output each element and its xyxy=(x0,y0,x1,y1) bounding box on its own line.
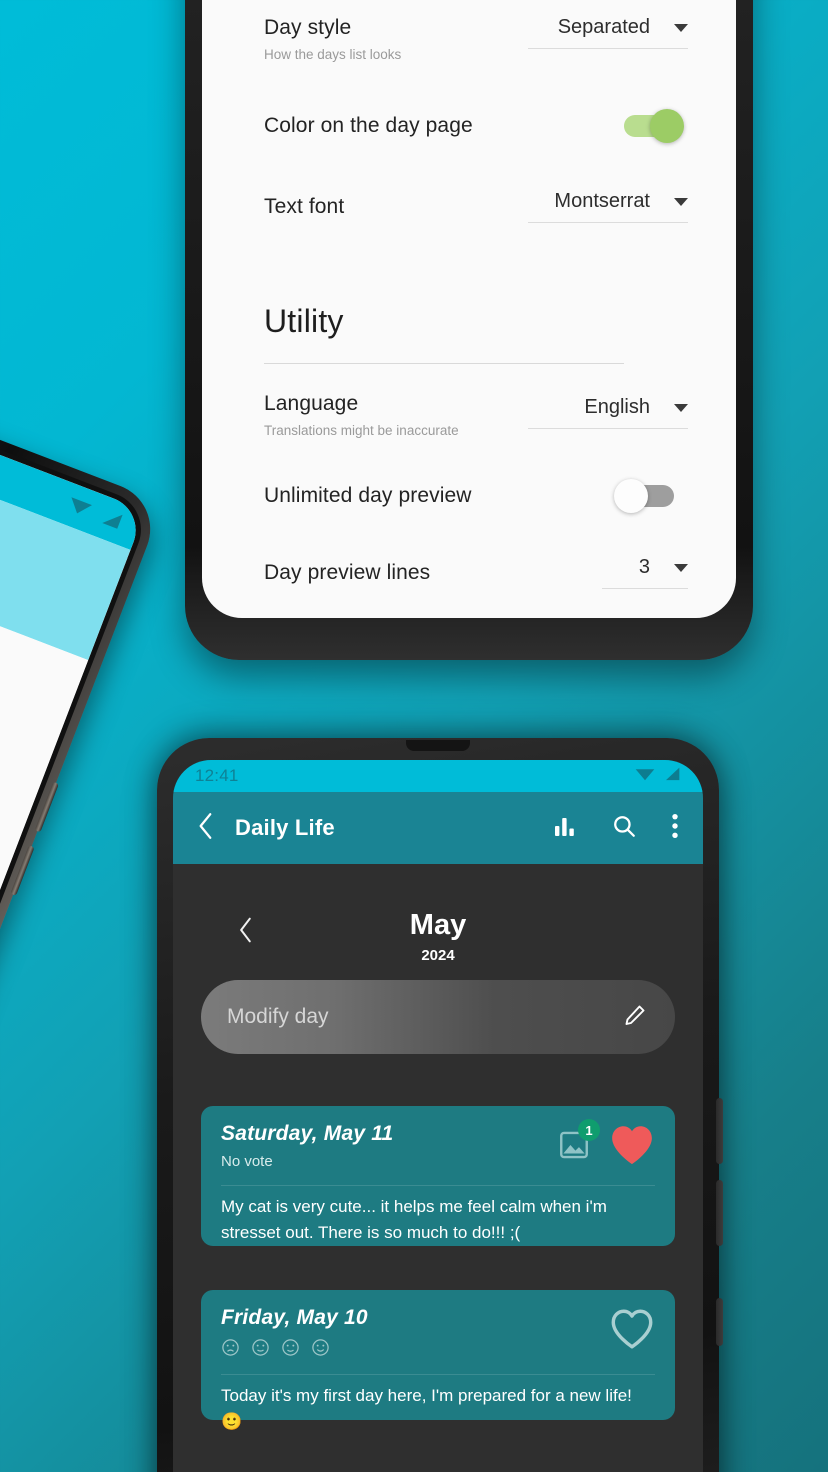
phone-bottom-power-button[interactable] xyxy=(716,1298,723,1346)
dropdown-value: Montserrat xyxy=(554,190,650,212)
prev-month-chevron-icon[interactable] xyxy=(237,916,255,949)
day-card-icons xyxy=(609,1306,655,1355)
phone-bottom-volume-up-button[interactable] xyxy=(716,1098,723,1164)
setting-row-color-on-day-page[interactable]: Color on the day page xyxy=(264,109,688,143)
month-header: May 2024 xyxy=(173,864,703,974)
day-card[interactable]: Friday, May 10 Today it's my first day h… xyxy=(201,1290,675,1431)
day-card-preview-wrap: Today it's my first day here, I'm prepar… xyxy=(221,1374,655,1434)
setting-row-day-preview-lines[interactable]: Day preview lines 3 xyxy=(264,556,688,589)
face-icon-happy[interactable] xyxy=(311,1338,330,1362)
section-utility: Utility xyxy=(264,303,688,364)
setting-label: Day preview lines xyxy=(264,560,431,584)
day-card-preview-wrap: My cat is very cute... it helps me feel … xyxy=(221,1185,655,1245)
day-card-header: Friday, May 10 xyxy=(221,1306,655,1362)
phone-bottom-volume-down-button[interactable] xyxy=(716,1180,723,1246)
face-icon-sad[interactable] xyxy=(221,1338,240,1362)
month-year: 2024 xyxy=(421,946,455,964)
dropdown-value: English xyxy=(584,396,650,418)
day-card-header: Saturday, May 11 No vote 1 xyxy=(221,1119,655,1171)
phone-notch xyxy=(406,740,470,751)
phone-left-bezel xyxy=(0,380,153,1332)
day-card[interactable]: Saturday, May 11 No vote 1 My cat is ver… xyxy=(201,1106,675,1246)
page-title: Daily Life xyxy=(235,815,335,840)
section-title: Utility xyxy=(264,303,344,339)
phone-bottom-daily-life: 12:41 Daily Life May 2024 Modify day Sat… xyxy=(157,738,723,1472)
day-card-date: Friday, May 10 xyxy=(221,1306,368,1329)
day-style-dropdown[interactable]: Separated xyxy=(528,16,688,49)
dropdown-value: Separated xyxy=(557,16,650,38)
unlimited-day-preview-toggle[interactable] xyxy=(614,479,674,513)
phone-left-content xyxy=(0,536,89,1325)
chevron-down-icon xyxy=(674,197,688,206)
wifi-icon xyxy=(63,491,96,524)
app-bar: Daily Life xyxy=(173,792,703,864)
dropdown-value: 3 xyxy=(638,556,650,578)
phone-left-frame xyxy=(0,369,164,1343)
overflow-menu-icon[interactable] xyxy=(671,813,679,844)
back-chevron-icon[interactable] xyxy=(195,811,217,846)
day-card-meta: Saturday, May 11 No vote xyxy=(221,1122,393,1170)
app-bar-actions xyxy=(553,813,679,844)
image-attachment-icon[interactable]: 1 xyxy=(557,1119,600,1167)
pencil-icon[interactable] xyxy=(623,1003,647,1032)
settings-pane: Day style How the days list looks Separa… xyxy=(202,0,736,618)
day-preview-lines-dropdown[interactable]: 3 xyxy=(602,556,688,589)
setting-label: Language xyxy=(264,392,359,415)
status-icons xyxy=(634,765,681,787)
modify-day-label: Modify day xyxy=(227,1005,329,1028)
section-divider xyxy=(264,363,624,364)
modify-day-bar[interactable]: Modify day xyxy=(201,980,675,1054)
search-icon[interactable] xyxy=(611,813,637,844)
day-card-meta: Friday, May 10 xyxy=(221,1306,368,1362)
signal-icon xyxy=(661,765,681,787)
toggle-knob xyxy=(650,109,684,143)
day-card-vote: No vote xyxy=(221,1153,273,1170)
chevron-down-icon xyxy=(674,563,688,572)
setting-label: Unlimited day preview xyxy=(264,484,472,507)
setting-label: Day style xyxy=(264,16,352,39)
phone-left-tilted xyxy=(0,369,164,1343)
setting-row-language[interactable]: Language Translations might be inaccurat… xyxy=(264,392,688,438)
phone-bottom-screen: 12:41 Daily Life May 2024 Modify day Sat… xyxy=(173,760,703,1472)
face-icon-neutral-1[interactable] xyxy=(251,1338,270,1362)
signal-icon xyxy=(94,504,125,536)
status-time: 12:41 xyxy=(195,766,239,785)
day-card-icons: 1 xyxy=(557,1119,655,1171)
phone-top-settings: Day style How the days list looks Separa… xyxy=(185,0,753,660)
image-count-badge: 1 xyxy=(578,1119,600,1141)
setting-row-day-style[interactable]: Day style How the days list looks Separa… xyxy=(264,16,688,62)
setting-sublabel: How the days list looks xyxy=(264,47,402,62)
color-on-day-page-toggle[interactable] xyxy=(624,109,684,143)
day-card-date: Saturday, May 11 xyxy=(221,1122,394,1145)
setting-label: Text font xyxy=(264,194,345,218)
day-card-preview: My cat is very cute... it helps me feel … xyxy=(221,1197,607,1242)
stats-bar-chart-icon[interactable] xyxy=(553,814,577,843)
phone-top-screen: Day style How the days list looks Separa… xyxy=(202,0,736,618)
chevron-down-icon xyxy=(674,23,688,32)
toggle-knob xyxy=(614,479,648,513)
language-dropdown[interactable]: English xyxy=(528,396,688,429)
favorite-heart-icon[interactable] xyxy=(609,1124,655,1171)
setting-label: Color on the day page xyxy=(264,114,473,137)
day-card-vote-faces xyxy=(221,1338,368,1362)
text-font-dropdown[interactable]: Montserrat xyxy=(528,190,688,223)
day-card-preview: Today it's my first day here, I'm prepar… xyxy=(221,1386,632,1431)
setting-sublabel: Translations might be inaccurate xyxy=(264,423,459,438)
setting-row-text-font[interactable]: Text font Montserrat xyxy=(264,190,688,223)
wifi-icon xyxy=(634,765,656,787)
favorite-heart-outline-icon[interactable] xyxy=(609,1308,655,1355)
phone-left-screen xyxy=(0,387,146,1325)
status-bar: 12:41 xyxy=(173,760,703,792)
chevron-down-icon xyxy=(674,403,688,412)
setting-row-unlimited-day-preview[interactable]: Unlimited day preview xyxy=(264,479,688,513)
face-icon-neutral-2[interactable] xyxy=(281,1338,300,1362)
